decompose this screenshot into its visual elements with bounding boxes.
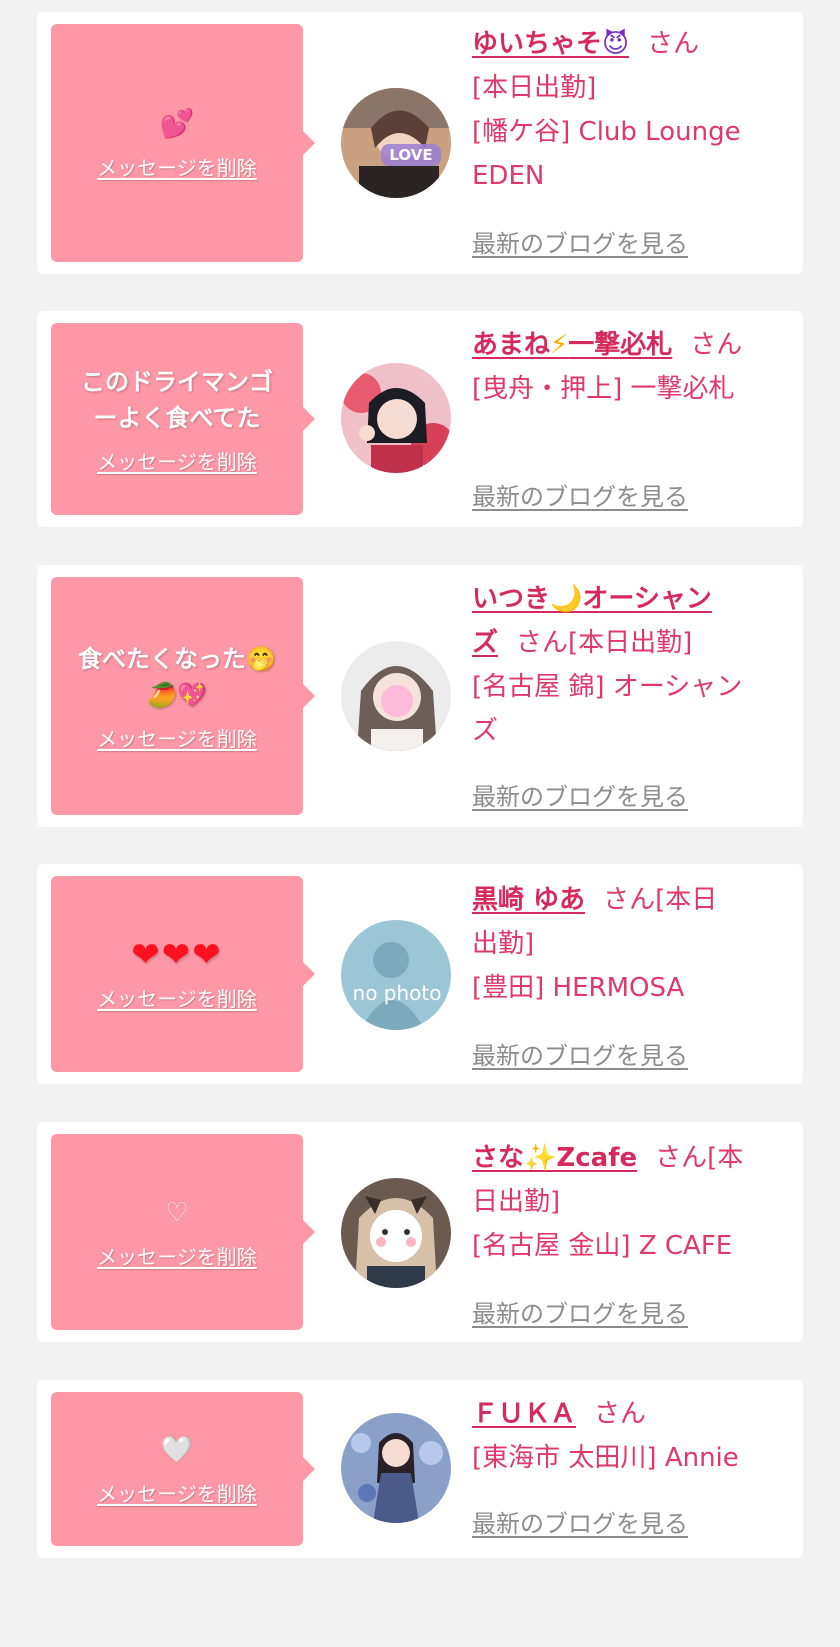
cast-name-shop: オーシャン: [582, 584, 712, 614]
cast-name-shop: 一撃必札: [568, 330, 673, 360]
avatar[interactable]: LOVE: [341, 88, 451, 198]
shop-info: [曳舟・押上] 一撃必札: [472, 374, 735, 404]
avatar-love-sticker: LOVE: [389, 146, 432, 164]
name-line: ＦＵＫＡ さん: [472, 1392, 788, 1436]
shop-info: [豊田] HERMOSA: [472, 973, 685, 1003]
cast-info: ＦＵＫＡ さん [東海市 太田川] Annie: [472, 1392, 788, 1480]
work-status: [本: [707, 1143, 744, 1173]
shop-info: [東海市 太田川] Annie: [472, 1443, 739, 1473]
honorific: さん: [594, 1399, 647, 1429]
name-line: さな✨Zcafe さん[本: [472, 1136, 788, 1180]
message-card: 💕 メッセージを削除 LOVE ゆいちゃそ😈 さん [本日出勤] [幡ケ谷] Cl…: [37, 12, 803, 274]
sparkles-emoji: ✨: [524, 1143, 557, 1173]
latest-blog-link[interactable]: 最新のブログを見る: [472, 1504, 688, 1539]
message-card: このドライマンゴ ーよく食べてた メッセージを削除 あまね⚡一撃必札 さん [曳舟…: [37, 311, 803, 527]
latest-blog-link[interactable]: 最新のブログを見る: [472, 777, 688, 812]
message-text: ♡: [165, 1197, 189, 1228]
cast-name-link[interactable]: さな✨Zcafe: [472, 1143, 637, 1173]
name-line: あまね⚡一撃必札 さん: [472, 323, 788, 367]
delete-message-link[interactable]: メッセージを削除: [97, 983, 257, 1012]
delete-message-link[interactable]: メッセージを削除: [97, 723, 257, 752]
message-bubble: ♡ メッセージを削除: [51, 1134, 315, 1330]
cast-info: ゆいちゃそ😈 さん [本日出勤] [幡ケ谷] Club Lounge EDEN: [472, 22, 788, 198]
name-line-2: ズさん[本日出勤]: [472, 621, 788, 665]
latest-blog-link[interactable]: 最新のブログを見る: [472, 477, 688, 512]
message-card: 🤍 メッセージを削除 ＦＵＫＡ さん [東海市 太田川] Annie 最新のブログ…: [37, 1380, 803, 1558]
message-bubble: 食べたくなった🤭 🥭💖 メッセージを削除: [51, 577, 315, 815]
latest-blog-link[interactable]: 最新のブログを見る: [472, 1294, 688, 1329]
cast-name-link[interactable]: 黒崎 ゆあ: [472, 885, 585, 915]
honorific: さん: [647, 29, 700, 59]
message-card: 食べたくなった🤭 🥭💖 メッセージを削除 いつき🌙オーシャン ズさん[本日出勤]…: [37, 565, 803, 827]
cast-name-link[interactable]: あまね⚡一撃必札: [472, 330, 672, 360]
lightning-emoji: ⚡: [550, 330, 569, 360]
cast-info: あまね⚡一撃必札 さん [曳舟・押上] 一撃必札: [472, 323, 788, 411]
avatar[interactable]: [341, 363, 451, 473]
cast-name-link[interactable]: いつき🌙オーシャン: [472, 584, 712, 614]
cast-name-shop: Zcafe: [556, 1143, 638, 1173]
cast-info: さな✨Zcafe さん[本 日出勤] [名古屋 金山] Z CAFE: [472, 1136, 788, 1268]
message-list: 💕 メッセージを削除 LOVE ゆいちゃそ😈 さん [本日出勤] [幡ケ谷] Cl…: [0, 0, 840, 1647]
work-status-cont: 日出勤]: [472, 1187, 561, 1217]
honorific: さん: [603, 885, 656, 915]
cast-info: いつき🌙オーシャン ズさん[本日出勤] [名古屋 錦] オーシャン ズ: [472, 577, 788, 753]
name-line: 黒崎 ゆあ さん[本日: [472, 878, 788, 922]
cast-info: 黒崎 ゆあ さん[本日 出勤] [豊田] HERMOSA: [472, 878, 788, 1010]
latest-blog-link[interactable]: 最新のブログを見る: [472, 224, 688, 259]
delete-message-link[interactable]: メッセージを削除: [97, 1478, 257, 1507]
cast-name: いつき: [472, 584, 551, 614]
avatar[interactable]: [341, 641, 451, 751]
avatar[interactable]: [341, 1413, 451, 1523]
message-text: 💕: [159, 106, 195, 140]
message-bubble: 🤍 メッセージを削除: [51, 1392, 315, 1546]
shop-info: [幡ケ谷] Club Lounge: [472, 117, 741, 147]
cast-name: ゆいちゃそ: [472, 29, 603, 59]
delete-message-link[interactable]: メッセージを削除: [97, 1241, 257, 1270]
honorific: さん: [690, 330, 743, 360]
message-text: ❤❤❤: [131, 934, 223, 975]
message-text: 食べたくなった🤭 🥭💖: [78, 644, 276, 709]
message-bubble: このドライマンゴ ーよく食べてた メッセージを削除: [51, 323, 315, 515]
message-bubble: ❤❤❤ メッセージを削除: [51, 876, 315, 1072]
delete-message-link[interactable]: メッセージを削除: [97, 446, 257, 475]
honorific: さん: [516, 628, 569, 658]
cast-name: あまね: [472, 330, 551, 360]
message-text: このドライマンゴ ーよく食べてた: [81, 367, 273, 432]
name-line: いつき🌙オーシャン: [472, 577, 788, 621]
moon-emoji: 🌙: [550, 584, 583, 614]
name-line: ゆいちゃそ😈 さん: [472, 22, 788, 66]
work-status: [本日出勤]: [472, 73, 597, 103]
work-status: [本日出勤]: [568, 628, 693, 658]
cast-name-link-cont[interactable]: ズ: [472, 628, 498, 658]
shop-info-cont: ズ: [472, 716, 499, 746]
devil-emoji: 😈: [602, 29, 630, 59]
honorific: さん: [655, 1143, 708, 1173]
shop-info: [名古屋 錦] オーシャン: [472, 672, 743, 702]
avatar[interactable]: no photo: [341, 920, 451, 1030]
avatar[interactable]: [341, 1178, 451, 1288]
no-photo-label: no photo: [353, 981, 442, 1005]
cast-name: さな: [472, 1143, 525, 1173]
message-text: 🤍: [160, 1434, 194, 1465]
message-bubble: 💕 メッセージを削除: [51, 24, 315, 262]
message-card: ❤❤❤ メッセージを削除 no photo 黒崎 ゆあ さん[本日 出勤] [豊田…: [37, 864, 803, 1084]
work-status: [本日: [655, 885, 718, 915]
shop-info: [名古屋 金山] Z CAFE: [472, 1231, 733, 1261]
message-card: ♡ メッセージを削除 さな✨Zcafe さん[本 日出勤] [名古屋 金山] Z…: [37, 1122, 803, 1342]
cast-name-link[interactable]: ＦＵＫＡ: [472, 1399, 576, 1429]
work-status-cont: 出勤]: [472, 929, 535, 959]
latest-blog-link[interactable]: 最新のブログを見る: [472, 1036, 688, 1071]
cast-name-link[interactable]: ゆいちゃそ😈: [472, 29, 629, 59]
delete-message-link[interactable]: メッセージを削除: [97, 152, 257, 181]
shop-info-cont: EDEN: [472, 161, 545, 191]
